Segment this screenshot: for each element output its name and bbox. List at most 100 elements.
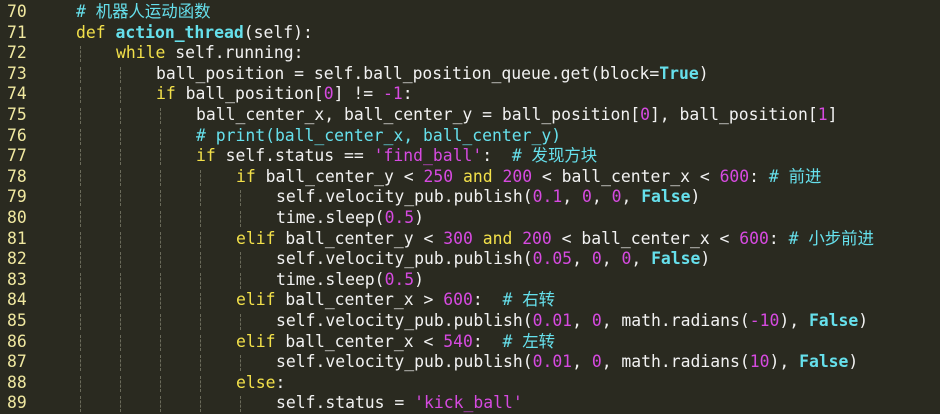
code-token: self.running: xyxy=(175,43,304,63)
code-line[interactable]: 86 elif ball_center_x < 540: # 左转 xyxy=(0,332,940,353)
code-text: if self.status == 'find_ball': # 发现方块 xyxy=(196,146,597,167)
number-token: 600 xyxy=(443,290,473,310)
code-line[interactable]: 72 while self.running: xyxy=(0,43,940,64)
function-name-token: action_thread xyxy=(115,22,244,42)
number-token: 600 xyxy=(739,228,769,248)
code-line[interactable]: 76 # print(ball_center_x, ball_center_y) xyxy=(0,126,940,147)
line-number: 74 xyxy=(7,84,27,104)
comment-token: # 前进 xyxy=(768,166,822,186)
indent-guide xyxy=(200,169,201,186)
indent-guide xyxy=(120,231,121,248)
code-token: self.velocity_pub.publish( xyxy=(276,311,533,330)
line-number: 89 xyxy=(7,393,27,413)
indent-guide xyxy=(200,293,201,310)
number-token: 0 xyxy=(323,84,334,104)
constant-token: False xyxy=(799,352,849,372)
indent-guide xyxy=(240,396,241,413)
code-line[interactable]: 84 elif ball_center_x > 600: # 右转 xyxy=(0,290,940,311)
code-text: self.velocity_pub.publish(0.01, 0, math.… xyxy=(276,311,868,332)
indent-guide xyxy=(120,190,121,207)
indent-guide xyxy=(80,314,81,330)
code-token: self.velocity_pub.publish( xyxy=(276,187,533,207)
code-line[interactable]: 85 self.velocity_pub.publish(0.01, 0, mat… xyxy=(0,311,940,332)
code-line[interactable]: 71 def action_thread(self): xyxy=(0,23,940,44)
code-line[interactable]: 77 if self.status == 'find_ball': # 发现方块 xyxy=(0,146,940,167)
constant-token: False xyxy=(641,187,691,207)
indent-guide xyxy=(80,211,81,227)
line-number: 84 xyxy=(7,290,27,310)
indent-guide xyxy=(80,334,81,351)
number-token: 0 xyxy=(640,105,650,124)
code-text: while self.running: xyxy=(116,43,304,64)
code-line[interactable]: 81 elif ball_center_y < 300 and 200 < bal… xyxy=(0,229,940,250)
number-token: 0.05 xyxy=(532,249,573,269)
comment-token: # 左转 xyxy=(502,331,555,351)
code-text: # 机器人运动函数 xyxy=(76,2,210,23)
number-token: -10 xyxy=(749,311,780,330)
code-line[interactable]: 83 time.sleep(0.5) xyxy=(0,270,940,291)
line-number: 71 xyxy=(7,22,27,42)
code-line[interactable]: 82 self.velocity_pub.publish(0.05, 0, 0, … xyxy=(0,249,940,270)
indent-guide xyxy=(160,231,161,248)
keyword-token: and xyxy=(453,166,503,186)
code-token: ) xyxy=(848,352,859,372)
code-line[interactable]: 75 ball_center_x, ball_center_y = ball_po… xyxy=(0,105,940,126)
keyword-token: elif xyxy=(236,228,286,248)
constant-token: True xyxy=(659,63,699,83)
code-line[interactable]: 87 self.velocity_pub.publish(0.01, 0, mat… xyxy=(0,352,940,373)
code-text: self.velocity_pub.publish(0.1, 0, 0, Fal… xyxy=(276,187,700,208)
code-line[interactable]: 78 if ball_center_y < 250 and 200 < ball_… xyxy=(0,167,940,188)
code-token: ) xyxy=(700,249,711,269)
code-text: elif ball_center_x < 540: # 左转 xyxy=(236,332,555,353)
indent-guide xyxy=(160,211,161,227)
code-line[interactable]: 79 self.velocity_pub.publish(0.1, 0, 0, F… xyxy=(0,187,940,208)
indent-guide xyxy=(80,66,81,83)
indent-guide xyxy=(200,396,201,413)
code-token: : xyxy=(472,331,503,351)
number-token: 0 xyxy=(611,187,622,207)
code-editor[interactable]: 70 # 机器人运动函数 71 def action_thread(self): 72 w… xyxy=(0,0,940,414)
code-text: ball_position = self.ball_position_queue… xyxy=(156,64,709,85)
code-token: ) xyxy=(414,269,425,289)
code-token: : xyxy=(749,166,769,186)
code-token: time.sleep( xyxy=(276,269,385,289)
code-text: elif ball_center_x > 600: # 右转 xyxy=(236,290,555,311)
code-line[interactable]: 70 # 机器人运动函数 xyxy=(0,2,940,23)
code-line[interactable]: 73 ball_position = self.ball_position_que… xyxy=(0,64,940,85)
indent-guide xyxy=(120,252,121,269)
indent-guide xyxy=(160,293,161,310)
indent-guide xyxy=(160,128,161,145)
code-token: (self): xyxy=(243,22,313,42)
indent-guide xyxy=(200,272,201,289)
code-token: < ball_center_x < xyxy=(532,166,720,186)
code-token: , xyxy=(572,352,592,372)
line-number: 70 xyxy=(7,2,27,21)
indent-guide xyxy=(200,355,201,372)
indent-guide xyxy=(200,375,201,392)
number-token: 0 xyxy=(591,311,602,330)
code-token: ball_position[ xyxy=(185,84,324,104)
number-token: 0.5 xyxy=(384,208,415,227)
keyword-token: while xyxy=(116,43,176,63)
constant-token: False xyxy=(808,311,859,330)
indent-guide xyxy=(240,211,241,227)
code-line[interactable]: 88 else: xyxy=(0,373,940,394)
code-line[interactable]: 89 self.status = 'kick_ball' xyxy=(0,393,940,414)
code-token: , math.radians( xyxy=(601,352,750,372)
code-line[interactable]: 74 if ball_position[0] != -1: xyxy=(0,84,940,105)
indent-guide xyxy=(160,252,161,269)
keyword-token: if xyxy=(196,146,226,166)
indent-guide xyxy=(120,396,121,413)
line-number: 75 xyxy=(7,105,27,124)
indent-guide xyxy=(120,87,121,104)
line-number: 82 xyxy=(7,249,27,269)
indent-guide xyxy=(120,128,121,145)
line-number: 81 xyxy=(7,228,27,248)
indent-guide xyxy=(160,169,161,186)
indent-guide xyxy=(80,396,81,413)
code-text: ball_center_x, ball_center_y = ball_posi… xyxy=(196,105,837,126)
indent-guide xyxy=(120,169,121,186)
code-token: , xyxy=(572,249,592,269)
indent-guide xyxy=(120,355,121,372)
code-line[interactable]: 80 time.sleep(0.5) xyxy=(0,208,940,229)
